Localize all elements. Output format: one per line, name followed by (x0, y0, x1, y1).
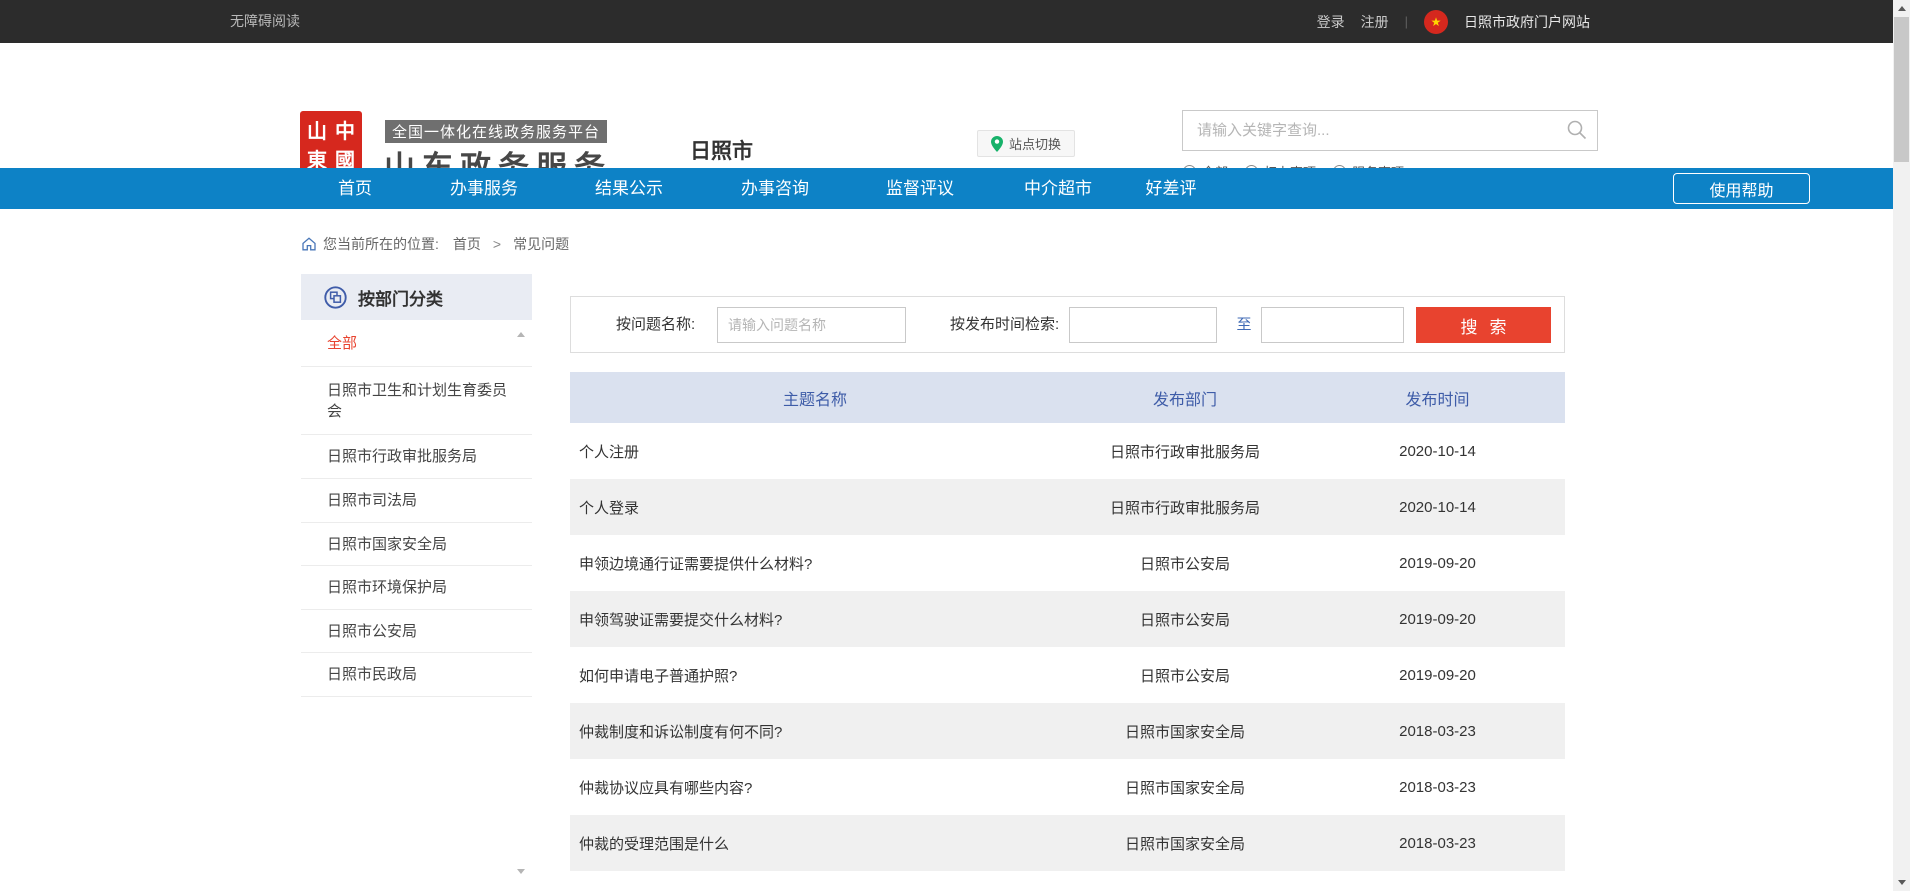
table-row[interactable]: 个人注册 日照市行政审批服务局 2020-10-14 (570, 423, 1565, 479)
table-row[interactable]: 申领边境通行证需要提供什么材料? 日照市公安局 2019-09-20 (570, 535, 1565, 591)
scrollbar-thumb[interactable] (1894, 17, 1909, 162)
seal-char: 山 (303, 115, 331, 144)
sidebar-scroll-up-icon[interactable] (517, 332, 525, 337)
question-filter-form: 按问题名称: 按发布时间检索: 至 搜索 (570, 296, 1565, 353)
table-row[interactable]: 申领驾驶证需要提交什么材料? 日照市公安局 2019-09-20 (570, 591, 1565, 647)
magnifier-icon[interactable] (1566, 119, 1588, 146)
breadcrumb: 您当前所在的位置: 首页 > 常见问题 (302, 234, 569, 254)
sidebar-item-approval[interactable]: 日照市行政审批服务局 (301, 435, 532, 479)
sidebar-item-environment[interactable]: 日照市环境保护局 (301, 566, 532, 610)
question-link[interactable]: 仲裁的受理范围是什么 (570, 833, 1060, 854)
table-header-date: 发布时间 (1310, 386, 1565, 410)
date-to-input[interactable] (1261, 307, 1404, 343)
department-cell: 日照市行政审批服务局 (1060, 497, 1310, 518)
help-button[interactable]: 使用帮助 (1673, 173, 1810, 204)
table-row[interactable]: 个人登录 日照市行政审批服务局 2020-10-14 (570, 479, 1565, 535)
date-cell: 2018-03-23 (1310, 779, 1565, 796)
sidebar-item-justice[interactable]: 日照市司法局 (301, 479, 532, 523)
seal-char: 中 (331, 115, 359, 144)
breadcrumb-home-link[interactable]: 首页 (453, 234, 481, 254)
table-header-topic: 主题名称 (570, 386, 1060, 410)
page: 无障碍阅读 登录 注册 | ★ 日照市政府门户网站 山 中 東 國 全国一体化在… (0, 0, 1910, 891)
department-category-icon (324, 286, 347, 309)
shandong-seal-logo: 山 中 東 國 (300, 111, 362, 171)
table-row[interactable]: 仲裁的受理范围是什么 日照市国家安全局 2018-03-23 (570, 815, 1565, 871)
sidebar-scroll-down-icon[interactable] (517, 869, 525, 874)
department-cell: 日照市国家安全局 (1060, 721, 1310, 742)
date-cell: 2019-09-20 (1310, 667, 1565, 684)
question-table: 个人注册 日照市行政审批服务局 2020-10-14 个人登录 日照市行政审批服… (570, 423, 1565, 871)
sidebar-header: 按部门分类 (301, 274, 532, 320)
date-to-label: 至 (1226, 297, 1262, 352)
department-cell: 日照市公安局 (1060, 665, 1310, 686)
scrollbar-down-icon[interactable] (1893, 874, 1910, 891)
department-cell: 日照市行政审批服务局 (1060, 441, 1310, 462)
main-content: 按问题名称: 按发布时间检索: 至 搜索 主题名称 发布部门 发布时间 个人注册… (570, 0, 1565, 891)
page-scrollbar[interactable] (1893, 0, 1910, 891)
question-name-label: 按问题名称: (616, 297, 695, 352)
question-link[interactable]: 仲裁协议应具有哪些内容? (570, 777, 1060, 798)
sidebar-item-health[interactable]: 日照市卫生和计划生育委员会 (301, 367, 532, 435)
nav-item-services[interactable]: 办事服务 (450, 168, 518, 209)
breadcrumb-current: 常见问题 (513, 234, 569, 254)
date-cell: 2019-09-20 (1310, 611, 1565, 628)
question-link[interactable]: 个人登录 (570, 497, 1060, 518)
question-link[interactable]: 申领驾驶证需要提交什么材料? (570, 609, 1060, 630)
sidebar-item-police[interactable]: 日照市公安局 (301, 610, 532, 653)
scrollbar-up-icon[interactable] (1893, 0, 1910, 17)
department-cell: 日照市公安局 (1060, 553, 1310, 574)
question-link[interactable]: 如何申请电子普通护照? (570, 665, 1060, 686)
sidebar-item-civil[interactable]: 日照市民政局 (301, 653, 532, 697)
accessibility-link[interactable]: 无障碍阅读 (230, 0, 300, 43)
sidebar-title: 按部门分类 (358, 285, 443, 310)
date-cell: 2020-10-14 (1310, 443, 1565, 460)
department-cell: 日照市公安局 (1060, 609, 1310, 630)
search-button[interactable]: 搜索 (1416, 307, 1551, 343)
table-row[interactable]: 如何申请电子普通护照? 日照市公安局 2019-09-20 (570, 647, 1565, 703)
table-header: 主题名称 发布部门 发布时间 (570, 372, 1565, 423)
date-cell: 2018-03-23 (1310, 835, 1565, 852)
department-cell: 日照市国家安全局 (1060, 777, 1310, 798)
question-link[interactable]: 申领边境通行证需要提供什么材料? (570, 553, 1060, 574)
home-icon (302, 237, 316, 251)
table-header-department: 发布部门 (1060, 386, 1310, 410)
question-link[interactable]: 仲裁制度和诉讼制度有何不同? (570, 721, 1060, 742)
date-from-input[interactable] (1069, 307, 1217, 343)
date-cell: 2018-03-23 (1310, 723, 1565, 740)
nav-item-home[interactable]: 首页 (338, 168, 372, 209)
breadcrumb-separator: > (493, 236, 501, 252)
department-cell: 日照市国家安全局 (1060, 833, 1310, 854)
date-cell: 2019-09-20 (1310, 555, 1565, 572)
department-sidebar: 按部门分类 全部 日照市卫生和计划生育委员会 日照市行政审批服务局 日照市司法局… (301, 274, 532, 891)
sidebar-item-all[interactable]: 全部 (301, 320, 532, 367)
breadcrumb-label: 您当前所在的位置: (323, 234, 439, 254)
table-row[interactable]: 仲裁制度和诉讼制度有何不同? 日照市国家安全局 2018-03-23 (570, 703, 1565, 759)
question-link[interactable]: 个人注册 (570, 441, 1060, 462)
sidebar-item-security[interactable]: 日照市国家安全局 (301, 523, 532, 566)
table-row[interactable]: 仲裁协议应具有哪些内容? 日照市国家安全局 2018-03-23 (570, 759, 1565, 815)
publish-date-label: 按发布时间检索: (950, 297, 1059, 352)
question-name-input[interactable] (717, 307, 906, 343)
date-cell: 2020-10-14 (1310, 499, 1565, 516)
